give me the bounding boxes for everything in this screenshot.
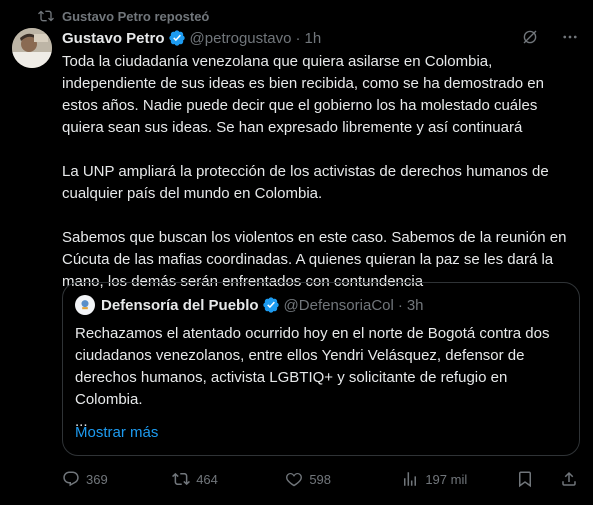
verified-badge-icon [168, 30, 185, 46]
author-handle[interactable]: @petrogustavo [190, 30, 292, 47]
separator-dot: · [397, 296, 403, 314]
tweet-header-actions [521, 28, 579, 46]
repost-context[interactable]: Gustavo Petro reposteó [38, 7, 209, 25]
repost-count: 464 [196, 471, 218, 487]
views-count: 197 mil [425, 471, 468, 487]
tweet-paragraph: La UNP ampliará la protección de los act… [62, 163, 549, 202]
like-button[interactable]: 598 [285, 470, 401, 488]
like-count: 598 [309, 471, 332, 487]
tweet-text: Toda la ciudadanía venezolana que quiera… [62, 51, 574, 293]
reply-button[interactable]: 369 [62, 470, 172, 488]
more-icon[interactable] [561, 28, 579, 46]
tweet-paragraph: Toda la ciudadanía venezolana que quiera… [62, 53, 544, 136]
verified-badge-icon [262, 297, 279, 313]
quoted-tweet-body: Rechazamos el atentado ocurrido hoy en e… [75, 325, 550, 408]
quoted-author-handle[interactable]: @DefensoriaCol [284, 297, 394, 314]
views-icon [404, 472, 417, 486]
quoted-author-name[interactable]: Defensoría del Pueblo [101, 297, 259, 314]
bookmark-button[interactable] [516, 470, 534, 488]
repost-label: Gustavo Petro reposteó [62, 8, 210, 24]
quoted-tweet-header: Defensoría del Pueblo @DefensoriaCol · 3… [75, 295, 567, 315]
separator-dot: · [295, 29, 301, 47]
bookmark-icon [519, 471, 531, 488]
quoted-avatar-image [81, 300, 89, 310]
author-name[interactable]: Gustavo Petro [62, 30, 165, 47]
views-button[interactable]: 197 mil [401, 470, 498, 488]
share-button[interactable] [560, 470, 578, 488]
show-more-link[interactable]: Mostrar más [75, 424, 158, 441]
like-icon [286, 472, 303, 487]
quoted-tweet[interactable]: Defensoría del Pueblo @DefensoriaCol · 3… [62, 282, 580, 456]
author-avatar[interactable] [12, 28, 52, 68]
quoted-author-avatar[interactable] [75, 295, 95, 315]
share-icon [562, 471, 576, 486]
tweet-actions: 369 464 598 197 mil [62, 468, 578, 490]
grok-icon[interactable] [521, 28, 539, 46]
repost-icon [38, 10, 54, 22]
tweet-header: Gustavo Petro @petrogustavo · 1h [62, 28, 321, 48]
avatar-image [12, 28, 52, 68]
quoted-tweet-time[interactable]: 3h [407, 297, 424, 314]
repost-button[interactable]: 464 [172, 470, 285, 488]
quoted-tweet-text: Rechazamos el atentado ocurrido hoy en e… [75, 323, 569, 433]
reply-count: 369 [86, 471, 108, 487]
tweet-time[interactable]: 1h [304, 30, 321, 47]
repost-icon [172, 472, 191, 486]
reply-icon [63, 471, 79, 487]
